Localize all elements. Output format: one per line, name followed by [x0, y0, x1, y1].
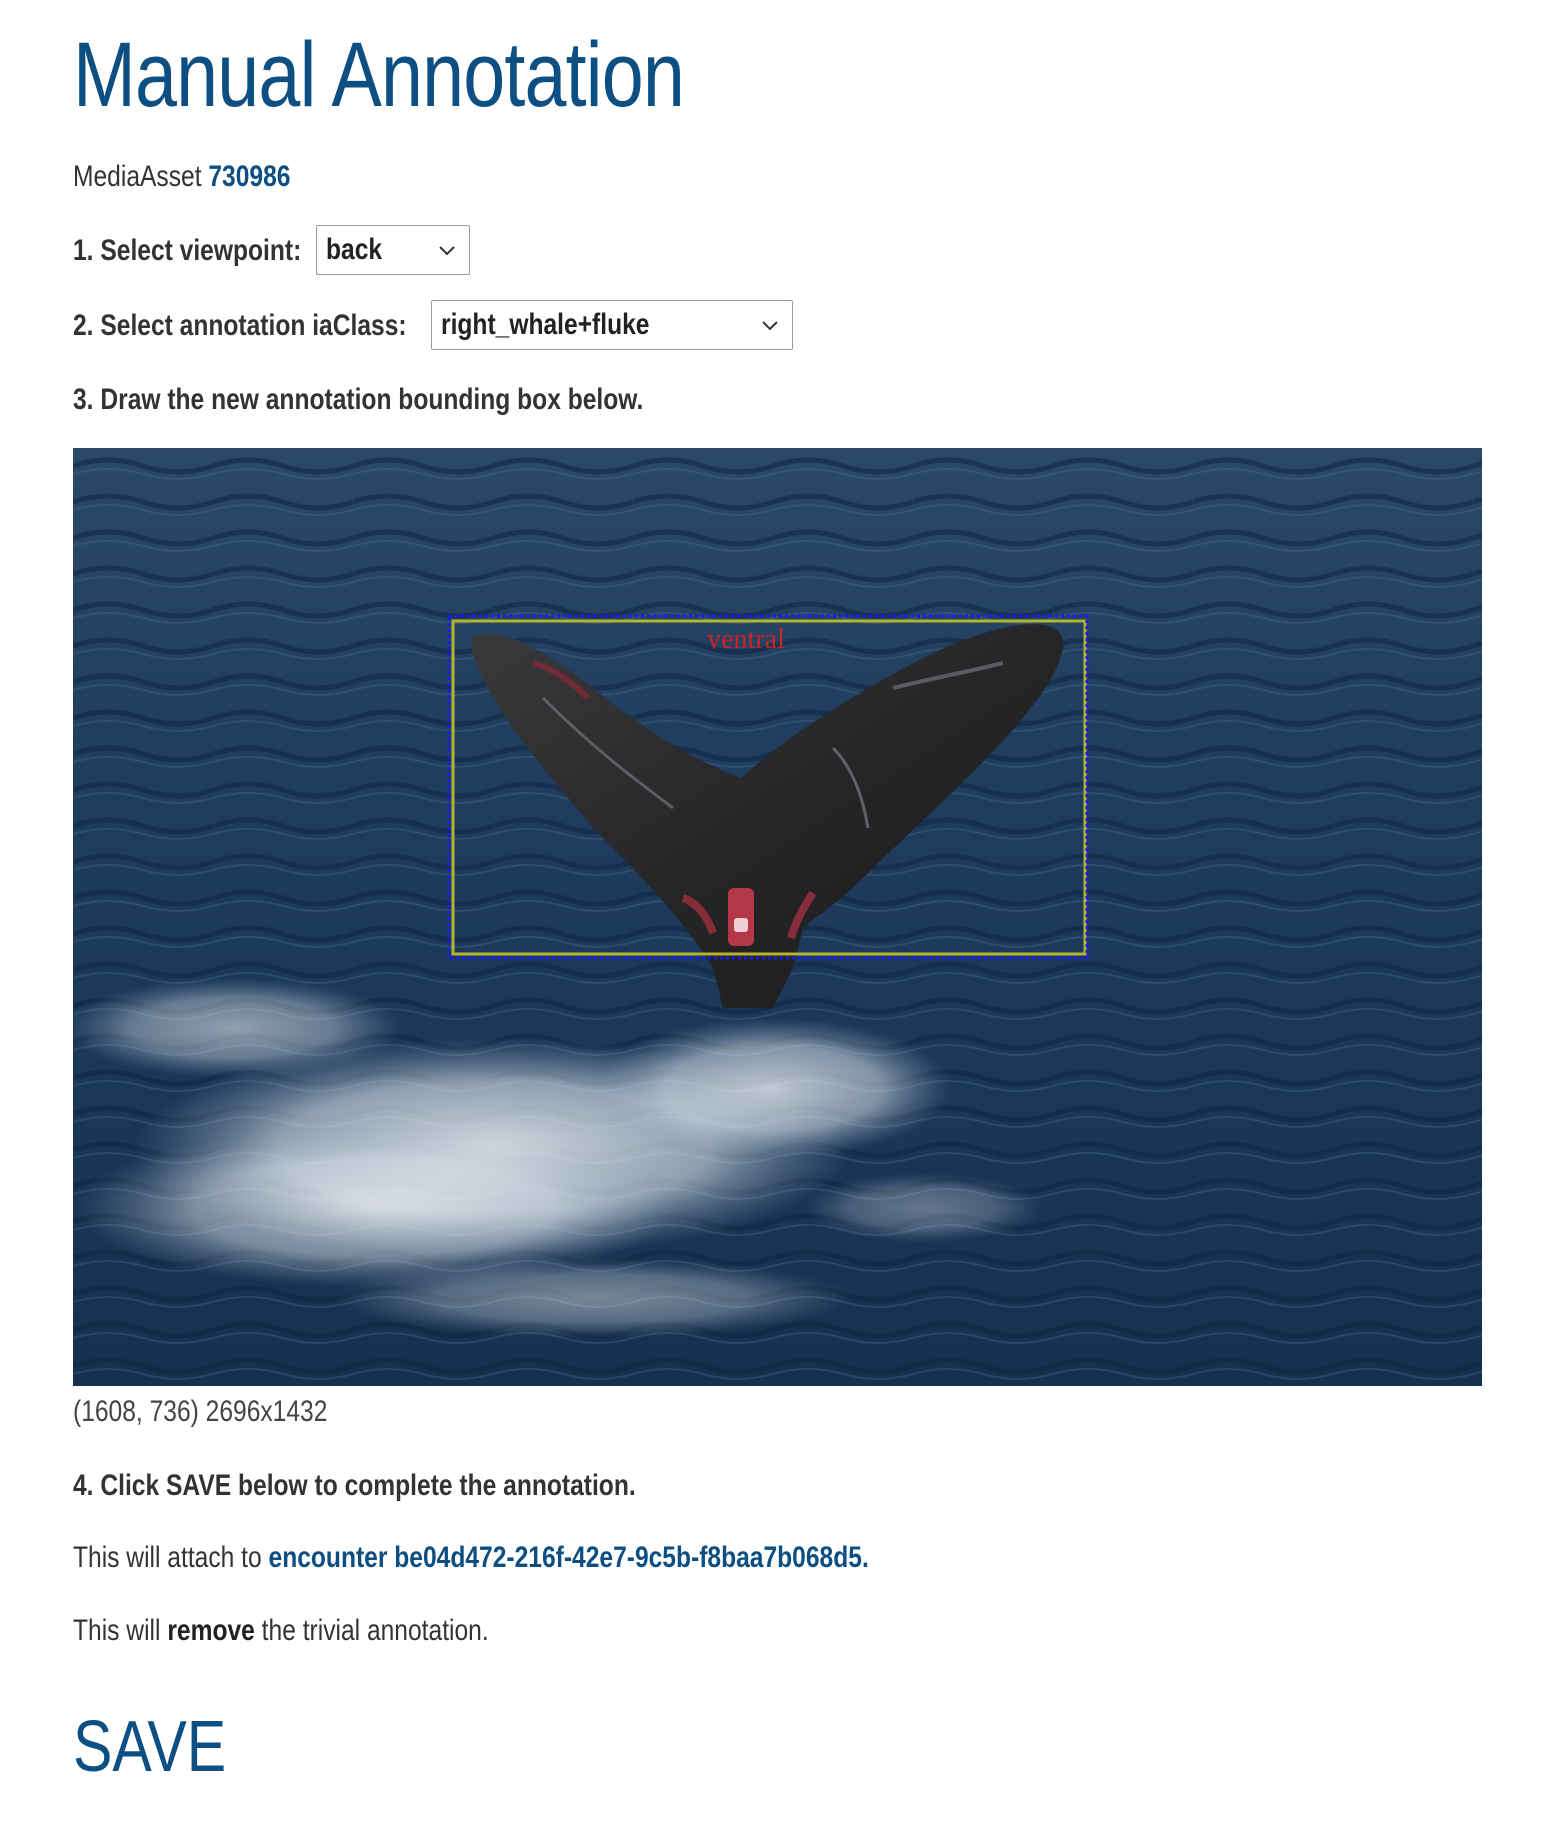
- remove-suffix: the trivial annotation.: [261, 1614, 489, 1647]
- viewpoint-selected-value: back: [326, 233, 383, 266]
- media-asset-label: MediaAsset: [73, 160, 202, 193]
- iaclass-selected-value: right_whale+fluke: [441, 308, 650, 341]
- step4-label: 4. Click SAVE below to complete the anno…: [73, 1469, 636, 1502]
- encounter-link-suffix: .: [861, 1541, 869, 1574]
- annotation-canvas[interactable]: ventral: [73, 448, 1482, 1386]
- step3-label: 3. Draw the new annotation bounding box …: [73, 383, 644, 416]
- remove-prefix: This will: [73, 1614, 161, 1647]
- save-button[interactable]: SAVE: [73, 1705, 226, 1789]
- chevron-down-icon: [439, 246, 455, 256]
- iaclass-select[interactable]: right_whale+fluke: [431, 300, 793, 350]
- attach-line: This will attach to encounter be04d472-2…: [73, 1538, 869, 1578]
- remove-bold: remove: [167, 1614, 255, 1647]
- attach-prefix: This will attach to: [73, 1541, 262, 1574]
- remove-line: This will remove the trivial annotation.: [73, 1611, 489, 1651]
- step2-label: 2. Select annotation iaClass:: [73, 309, 407, 342]
- viewpoint-select[interactable]: back: [316, 225, 470, 275]
- cursor-coords-readout: (1608, 736) 2696x1432: [73, 1395, 328, 1428]
- page-title: Manual Annotation: [73, 24, 685, 126]
- whale-fluke-photo: ventral: [73, 448, 1482, 1386]
- encounter-link[interactable]: encounter be04d472-216f-42e7-9c5b-f8baa7…: [269, 1541, 869, 1574]
- media-asset-line: MediaAsset 730986: [73, 157, 290, 197]
- step1-label: 1. Select viewpoint:: [73, 234, 302, 267]
- chevron-down-icon: [762, 321, 778, 331]
- encounter-link-text: encounter be04d472-216f-42e7-9c5b-f8baa7…: [268, 1541, 862, 1574]
- media-asset-id-link[interactable]: 730986: [208, 160, 290, 193]
- existing-annotation-label: ventral: [707, 624, 785, 655]
